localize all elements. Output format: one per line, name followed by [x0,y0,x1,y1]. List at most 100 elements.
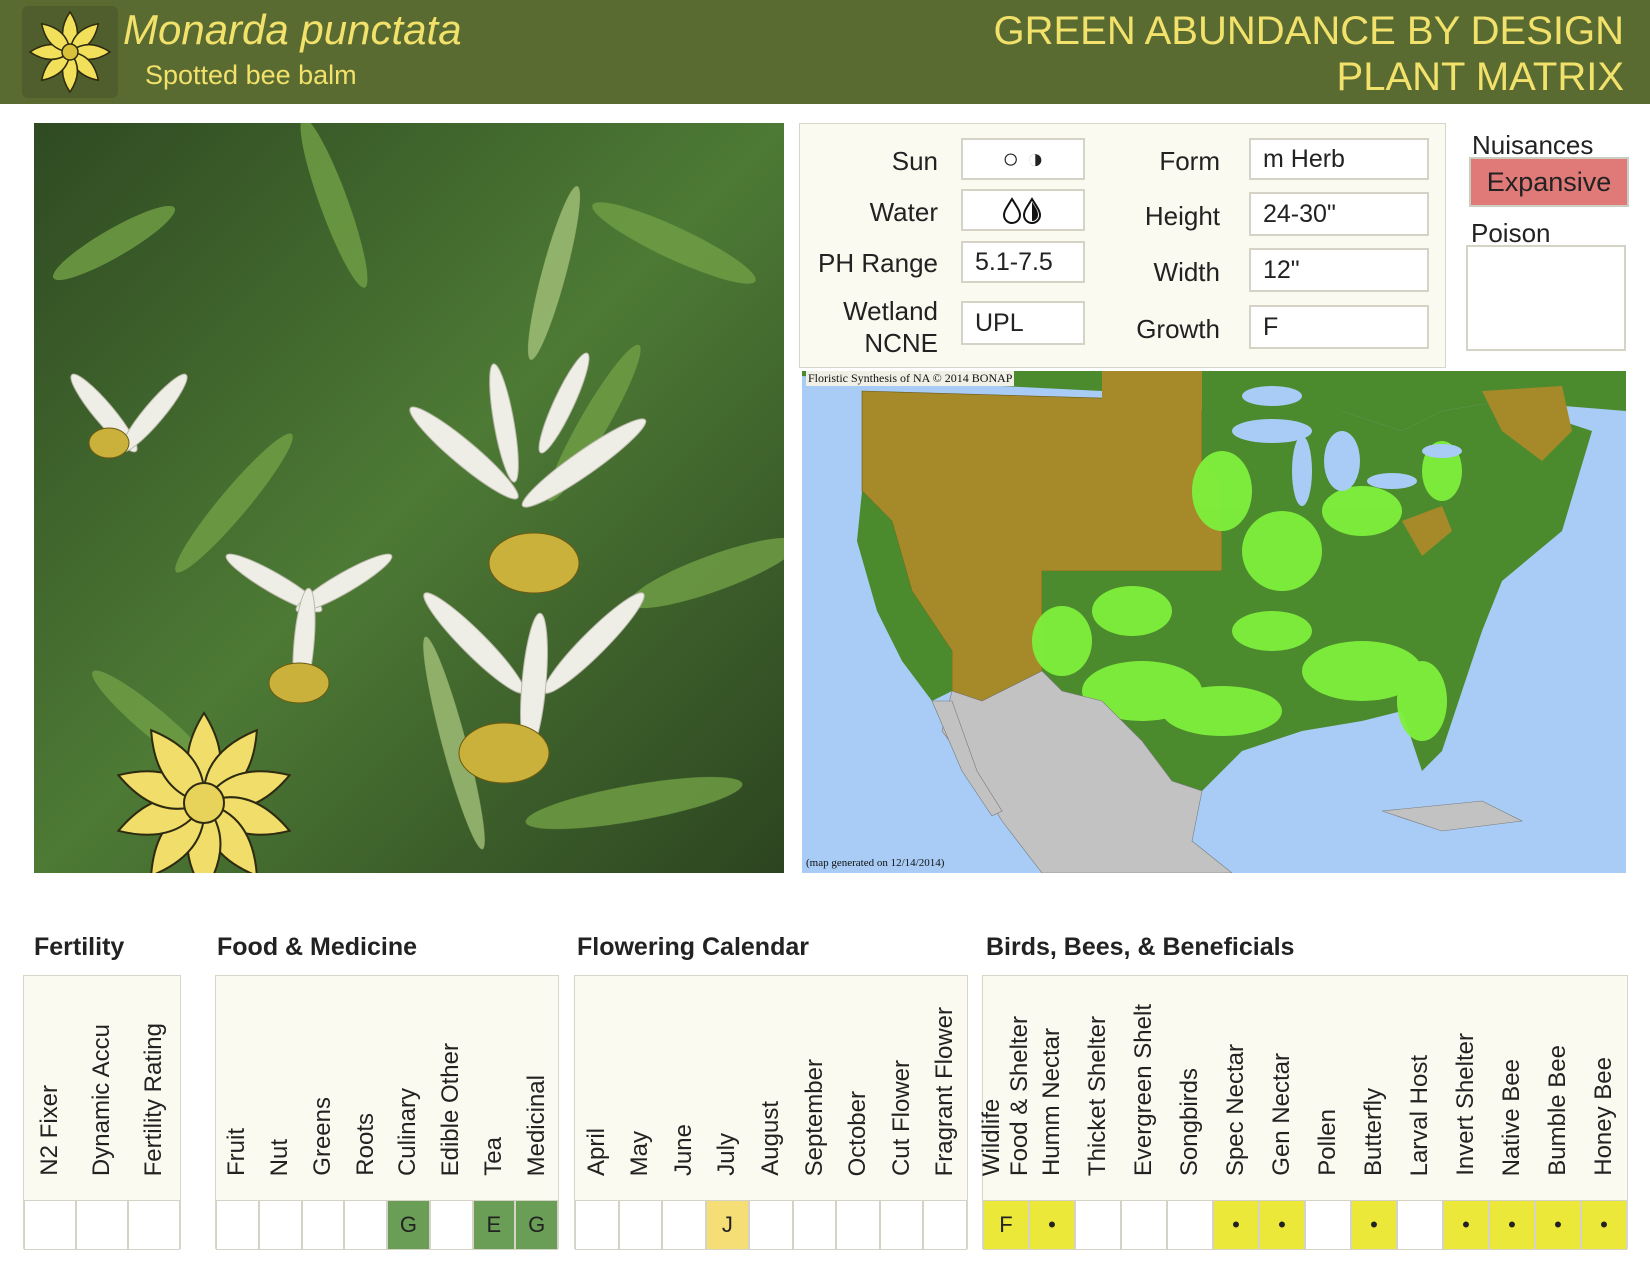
plant-photo-image [34,123,784,873]
column-label-text: May [626,1130,654,1176]
column-flowering: May [618,976,663,1250]
column-label: Wildlife Food & Shelter [978,1016,1034,1176]
column-birds: Thicket Shelter [1075,976,1121,1250]
flowering-calendar-panel: April May June July J August September October C… [574,975,968,1250]
rating-cell: • [1029,1200,1075,1250]
column-label: Invert Shelter [1452,1033,1480,1176]
column-label-text: June [669,1123,697,1176]
rating-cell: • [1581,1200,1627,1250]
column-label-text: Fertility Rating [140,1022,167,1176]
water-icons [961,189,1085,231]
column-food: Medicinal G [515,976,558,1250]
column-label: Greens [309,1097,337,1176]
column-label: Tea [480,1137,508,1176]
column-fertility: N2 Fixer [24,976,76,1250]
plant-photo [34,123,784,873]
column-label: Fruit [223,1128,251,1176]
column-birds: Wildlife Food & Shelter F [978,976,1033,1250]
column-label: Edible Other [437,1043,465,1176]
column-label-text: Bumble Bee [1544,1045,1571,1176]
column-birds: Butterfly • [1351,976,1397,1250]
column-food: Edible Other [429,976,473,1250]
header-bar: Monarda punctata Spotted bee balm GREEN … [0,0,1650,104]
rating-cell [1397,1200,1443,1250]
column-label-text: October [844,1090,872,1176]
column-flowering: September [792,976,837,1250]
column-label: Larval Host [1406,1055,1434,1176]
column-food: Culinary G [387,976,430,1250]
column-label: Pollen [1314,1109,1342,1176]
rating-cell [923,1200,967,1250]
column-label-text: Edible Other [437,1042,465,1176]
rating-cell: • [1259,1200,1305,1250]
rating-cell [1075,1200,1121,1250]
column-birds: Native Bee • [1489,976,1535,1250]
column-birds: Spec Nectar • [1213,976,1259,1250]
wetland-value: UPL [961,301,1085,345]
column-birds: Pollen [1305,976,1351,1250]
common-name: Spotted bee balm [145,60,357,90]
column-label-text: Butterfly [1360,1087,1387,1176]
column-label-text: Evergreen Shelt [1130,1003,1157,1176]
column-label-text: Humm Nectar [1038,1027,1065,1176]
rating-cell: F [983,1200,1029,1250]
column-label: Medicinal [523,1075,551,1176]
brand-line-2: PLANT MATRIX [1336,55,1624,99]
column-label-text: Cut Flower [887,1059,915,1176]
column-label-text: April [582,1127,610,1176]
rating-cell [792,1200,837,1250]
rating-cell [429,1200,473,1250]
distribution-map: Floristic Synthesis of NA © 2014 BONAP (… [802,371,1626,873]
part-sun-icon: ◑ [1026,143,1044,174]
column-flowering: July J [705,976,750,1250]
column-flowering: October [836,976,880,1250]
rating-cell [879,1200,924,1250]
rating-cell: G [387,1200,430,1250]
column-label: Spec Nectar [1222,1044,1250,1176]
form-label: Form [1159,146,1220,176]
rating-cell [128,1200,180,1250]
nuisance-badge: Expansive [1469,157,1629,207]
brand-line-1: GREEN ABUNDANCE BY DESIGN [993,9,1624,53]
rating-cell: • [1489,1200,1535,1250]
column-birds: Larval Host [1397,976,1443,1250]
beneficials-panel: Wildlife Food & Shelter F Humm Nectar • Thick… [978,975,1628,1250]
rating-cell [575,1200,619,1250]
water-drop-icon [1002,197,1042,224]
column-label-text: Fragrant Flower [931,1006,959,1176]
properties-panel: Sun ○ ◑ Water PH Range 5.1-7.5 Wetland N… [799,123,1446,368]
form-value: m Herb [1249,138,1429,180]
column-label: Fertility Rating [140,1023,168,1176]
column-label-text: Fruit [223,1128,251,1176]
rating-cell [258,1200,302,1250]
rating-cell [1305,1200,1351,1250]
column-label: Thicket Shelter [1084,1016,1112,1176]
rating-cell [618,1200,663,1250]
column-label-text: N2 Fixer [36,1085,63,1176]
column-flowering: Fragrant Flower [923,976,967,1250]
column-label: Native Bee [1498,1059,1526,1176]
flower-logo-icon [28,10,112,94]
food-medicine-title: Food & Medicine [217,933,417,961]
distribution-map-image [802,371,1626,873]
column-label-text: Wildlife [978,1098,1005,1176]
column-label: N2 Fixer [36,1085,64,1176]
growth-value: F [1249,305,1429,349]
column-label-text: Songbirds [1176,1067,1203,1176]
column-label: Roots [352,1113,380,1176]
column-flowering: April [575,976,619,1250]
ph-value: 5.1-7.5 [961,241,1085,283]
column-food: Fruit [216,976,259,1250]
column-label-text: Tea [479,1137,507,1176]
column-label: June [670,1124,698,1176]
sun-icons: ○ ◑ [961,138,1085,180]
food-medicine-panel: Fruit Nut Greens Roots Culinary G Edible Other… [215,975,559,1250]
column-label: April [583,1128,611,1176]
column-label: Humm Nectar [1038,1028,1066,1176]
rating-cell [1121,1200,1167,1250]
column-label: September [801,1059,829,1176]
flowering-calendar-title: Flowering Calendar [577,933,809,961]
column-food: Roots [344,976,387,1250]
column-birds: Invert Shelter • [1443,976,1489,1250]
column-label-text: Gen Nectar [1268,1053,1295,1176]
